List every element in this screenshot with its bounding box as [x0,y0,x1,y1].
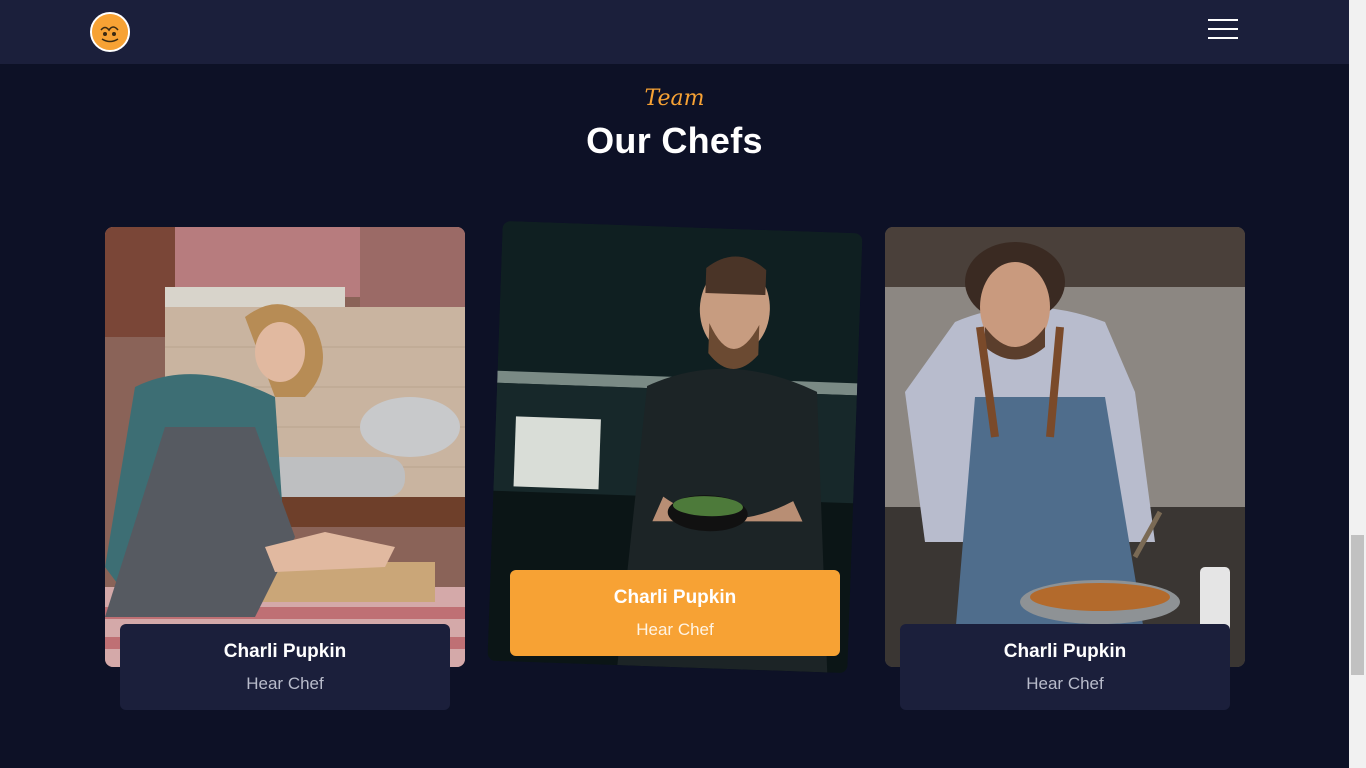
menu-bar [1208,28,1238,30]
navbar [0,0,1349,64]
chef-card-photo[interactable] [105,227,465,667]
chef-name: Charli Pupkin [1003,641,1127,662]
chef-info-card-active: Charli Pupkin Hear Chef [510,570,840,656]
chef-card-photo[interactable] [885,227,1245,667]
page: Team Our Chefs Charli Pupkin Hear Chef C… [0,0,1366,768]
chef-role: Hear Chef [1026,674,1104,693]
chef-info-card: Charli Pupkin Hear Chef [900,624,1230,710]
chef-cooking-pan-photo [885,227,1245,667]
chef-name: Charli Pupkin [223,641,347,662]
hamburger-menu-icon[interactable] [1208,19,1238,39]
chef-role: Hear Chef [636,620,714,639]
chef-role: Hear Chef [246,674,324,693]
woman-rolling-dough-photo [105,227,465,667]
menu-bar [1208,19,1238,21]
section-subtitle: Team [644,86,705,111]
chef-logo-icon[interactable] [90,12,130,52]
chef-info-card: Charli Pupkin Hear Chef [120,624,450,710]
menu-bar [1208,37,1238,39]
scrollbar-thumb[interactable] [1351,535,1364,675]
section-title: Our Chefs [586,120,763,161]
chef-name: Charli Pupkin [613,587,737,608]
